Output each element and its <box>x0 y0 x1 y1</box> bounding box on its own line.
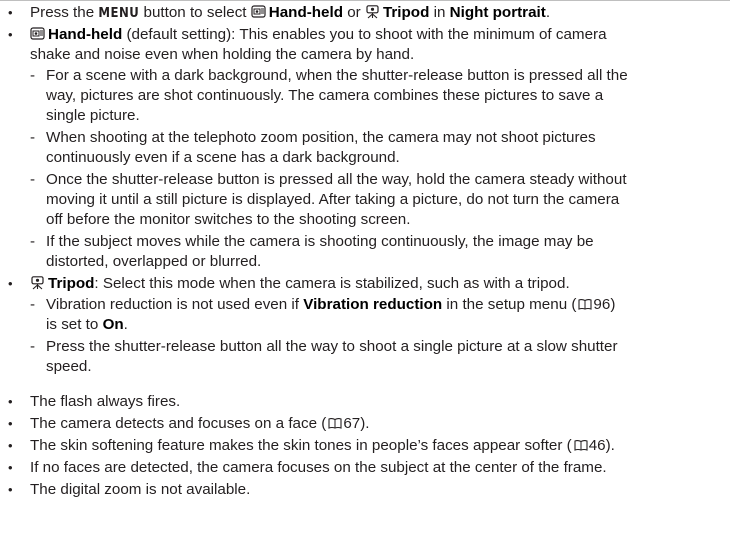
hand-held-night-icon <box>30 27 45 41</box>
bullet: • <box>8 276 13 291</box>
hand-held-night-icon <box>251 5 266 19</box>
menu-button-label: MENU <box>98 6 140 21</box>
item-text: Tripod: Select this mode when the camera… <box>30 274 570 294</box>
bullet: • <box>8 27 13 42</box>
page-reference-book-icon <box>578 298 592 310</box>
item-text: Hand-held (default setting): This enable… <box>30 25 607 45</box>
bullet: • <box>8 5 13 20</box>
page-reference-book-icon <box>328 417 342 429</box>
manual-page: • Press the MENU button to select Hand-h… <box>0 0 730 536</box>
tripod-night-icon <box>365 5 380 19</box>
page-reference-book-icon <box>574 439 588 451</box>
item-text: Press the MENU button to select Hand-hel… <box>30 4 551 21</box>
tripod-night-icon <box>30 276 45 290</box>
top-divider <box>0 0 730 1</box>
